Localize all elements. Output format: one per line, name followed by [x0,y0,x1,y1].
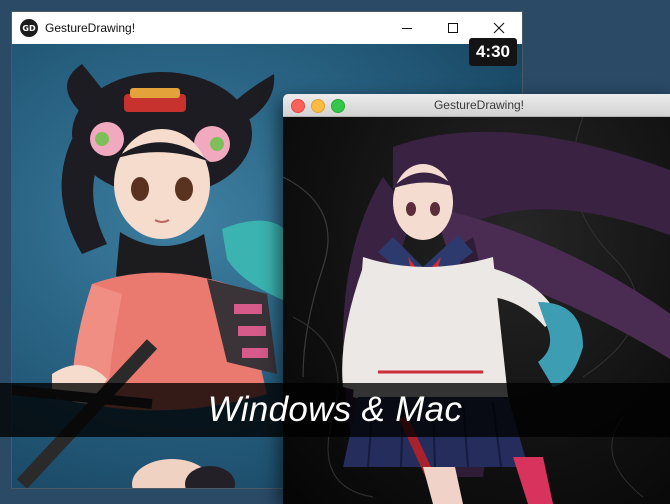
app-logo-icon: GD [20,19,38,37]
windows-window-title: GestureDrawing! [45,21,136,35]
countdown-timer: 4:30 [468,38,517,66]
platform-caption: Windows & Mac [207,390,463,429]
windows-titlebar[interactable]: GD GestureDrawing! [12,12,522,44]
mac-app-window: GestureDrawing! [283,94,670,504]
close-icon [493,22,505,34]
figure-illustration-2 [283,117,670,504]
minimize-button[interactable] [384,12,430,44]
maximize-icon [448,23,458,33]
mac-window-title: GestureDrawing! [433,98,525,112]
minimize-icon [402,28,412,29]
mac-titlebar[interactable]: GestureDrawing! [283,94,670,117]
reference-image-figure-2 [283,117,670,504]
caption-band: Windows & Mac [0,383,670,437]
